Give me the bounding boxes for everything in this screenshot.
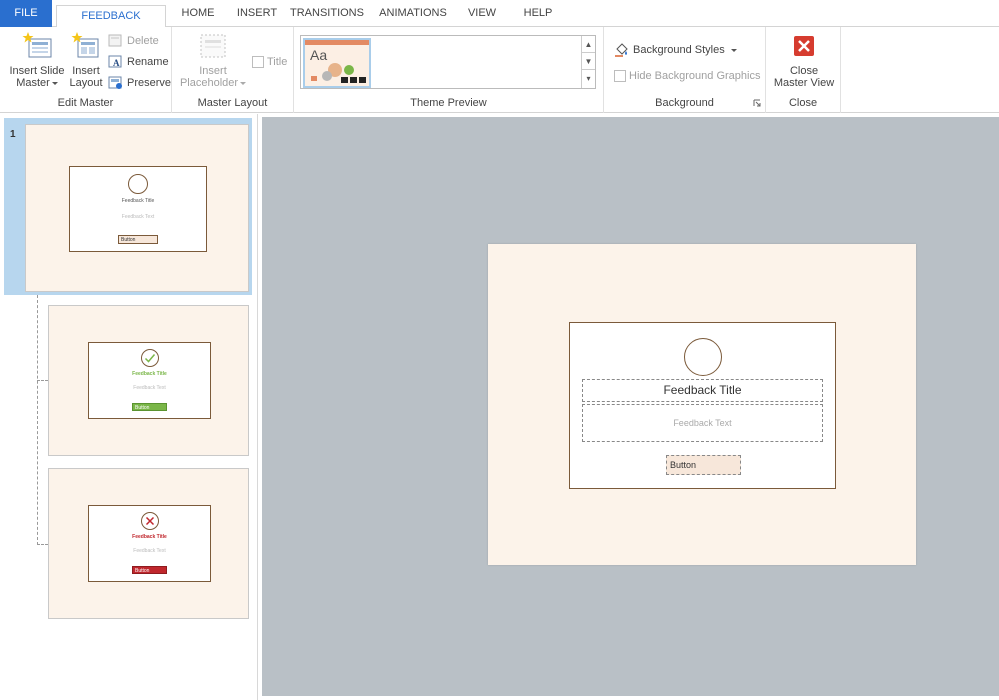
layout-connector-line	[37, 295, 38, 545]
tab-feedback-master[interactable]: FEEDBACK MASTER	[56, 5, 166, 43]
gallery-scroll: ▲ ▼ ▾	[581, 36, 595, 88]
rename-button[interactable]: A Rename	[108, 53, 169, 71]
theme-thumbnail[interactable]: Aa	[303, 38, 371, 88]
insert-layout-label-1: Insert	[72, 65, 100, 77]
group-theme-preview: Aa ▲ ▼ ▾ Theme Preview	[294, 27, 604, 113]
slide-editing-canvas[interactable]: Feedback Title Feedback Text Button	[262, 117, 999, 696]
mini-button: Button	[132, 566, 167, 574]
master-slide[interactable]: Feedback Title Feedback Text Button	[488, 244, 916, 565]
edit-master-group-label: Edit Master	[57, 97, 114, 109]
theme-preview-gallery: Aa ▲ ▼ ▾	[300, 35, 596, 89]
gallery-more-button[interactable]: ▾	[582, 70, 595, 87]
insert-layout-button[interactable]: Insert Layout	[66, 31, 106, 89]
insert-layout-icon	[71, 32, 99, 58]
title-checkbox-label: Title	[267, 56, 288, 68]
chevron-down-icon	[240, 81, 247, 85]
delete-button[interactable]: Delete	[108, 32, 159, 50]
master-thumbnail[interactable]: Feedback Title Feedback Text Button	[25, 124, 249, 292]
group-background: Background Styles Hide Background Graphi…	[604, 27, 766, 113]
preserve-label: Preserve	[127, 77, 172, 89]
mini-feedback-text: Feedback Text	[133, 548, 166, 554]
title-checkbox[interactable]: Title	[252, 53, 287, 71]
delete-icon	[108, 34, 122, 47]
close-master-view-label-1: Close	[789, 65, 819, 77]
slide-thumbnail-pane: 1 Feedback Title Feedback Text Button Fe…	[0, 114, 258, 700]
checkbox-box	[252, 56, 264, 69]
gallery-scroll-down-button[interactable]: ▼	[582, 53, 595, 70]
background-styles-button[interactable]: Background Styles	[614, 41, 737, 59]
insert-placeholder-icon	[200, 34, 226, 58]
correct-layout-thumbnail[interactable]: Feedback Title Feedback Text Button	[48, 305, 249, 456]
hide-background-graphics-checkbox[interactable]: Hide Background Graphics	[614, 67, 760, 85]
mini-cross-icon	[141, 512, 159, 530]
chevron-down-icon	[730, 48, 737, 52]
insert-placeholder-label-2: Placeholder	[179, 77, 239, 89]
tab-transitions[interactable]: TRANSITIONS	[288, 0, 366, 27]
incorrect-layout-thumbnail[interactable]: Feedback Title Feedback Text Button	[48, 468, 249, 619]
theme-preview-group-label: Theme Preview	[410, 97, 487, 109]
close-master-view-label-2: Master View	[773, 77, 835, 89]
paint-bucket-icon	[615, 42, 628, 57]
mini-button: Button	[118, 235, 158, 244]
feedback-button-placeholder[interactable]: Button	[666, 455, 741, 475]
group-master-layout: Insert Placeholder Title Master Layout	[172, 27, 294, 113]
tab-animations[interactable]: ANIMATIONS	[374, 0, 452, 27]
insert-placeholder-button[interactable]: Insert Placeholder	[178, 31, 248, 89]
insert-layout-label-2: Layout	[69, 77, 103, 89]
mini-feedback-title: Feedback Title	[132, 371, 167, 377]
preserve-button[interactable]: Preserve	[108, 74, 171, 92]
svg-text:Aa: Aa	[310, 47, 327, 63]
insert-slide-master-label-1: Insert Slide	[9, 65, 65, 77]
insert-slide-master-icon	[22, 32, 52, 58]
background-styles-label: Background Styles	[633, 44, 725, 56]
layout-connector-line	[37, 544, 48, 545]
feedback-title-placeholder[interactable]: Feedback Title	[582, 379, 823, 402]
hide-background-graphics-label: Hide Background Graphics	[629, 70, 761, 82]
feedback-text-placeholder[interactable]: Feedback Text	[582, 404, 823, 442]
tab-help[interactable]: HELP	[518, 0, 558, 27]
tab-home[interactable]: HOME	[172, 0, 224, 27]
ribbon: Insert Slide Master Insert Layout Delete	[0, 27, 999, 113]
tab-file[interactable]: FILE	[0, 0, 52, 27]
mini-check-icon	[141, 349, 159, 367]
mini-feedback-text: Feedback Text	[121, 214, 155, 220]
theme-thumbnail-image: Aa	[305, 40, 369, 86]
rename-icon: A	[108, 55, 122, 68]
ribbon-tab-bar: FILE FEEDBACK MASTER HOME INSERT TRANSIT…	[0, 0, 999, 43]
rename-label: Rename	[127, 56, 169, 68]
close-group-label: Close	[788, 97, 818, 109]
close-icon	[794, 36, 814, 56]
group-edit-master: Insert Slide Master Insert Layout Delete	[0, 27, 172, 113]
chevron-down-icon	[51, 81, 58, 85]
feedback-card[interactable]: Feedback Title Feedback Text Button	[569, 322, 836, 489]
mini-feedback-text: Feedback Text	[133, 385, 166, 391]
dialog-launcher-icon[interactable]	[753, 99, 761, 107]
insert-placeholder-label-1: Insert	[199, 65, 227, 77]
mini-button: Button	[132, 403, 167, 411]
preserve-icon	[108, 76, 122, 90]
mini-feedback-title: Feedback Title	[132, 534, 167, 540]
gallery-scroll-up-button[interactable]: ▲	[582, 36, 595, 53]
insert-slide-master-button[interactable]: Insert Slide Master	[6, 31, 68, 89]
mini-feedback-title: Feedback Title	[121, 198, 155, 204]
checkbox-box	[614, 70, 626, 83]
close-master-view-button[interactable]: Close Master View	[768, 31, 840, 89]
group-close: Close Master View Close	[766, 27, 841, 113]
mini-feedback-card: Feedback Title Feedback Text Button	[88, 505, 211, 582]
svg-text:A: A	[113, 58, 120, 68]
insert-slide-master-label-2: Master	[16, 77, 50, 89]
delete-label: Delete	[127, 35, 159, 47]
mini-feedback-card: Feedback Title Feedback Text Button	[88, 342, 211, 419]
feedback-circle-icon[interactable]	[684, 338, 722, 376]
mini-circle-icon	[128, 174, 148, 194]
tab-view[interactable]: VIEW	[462, 0, 502, 27]
thumbnail-number: 1	[10, 129, 16, 140]
layout-connector-line	[37, 380, 48, 381]
background-group-label: Background	[655, 97, 714, 109]
mini-feedback-card: Feedback Title Feedback Text Button	[69, 166, 207, 252]
tab-insert[interactable]: INSERT	[230, 0, 284, 27]
master-layout-group-label: Master Layout	[197, 97, 268, 109]
